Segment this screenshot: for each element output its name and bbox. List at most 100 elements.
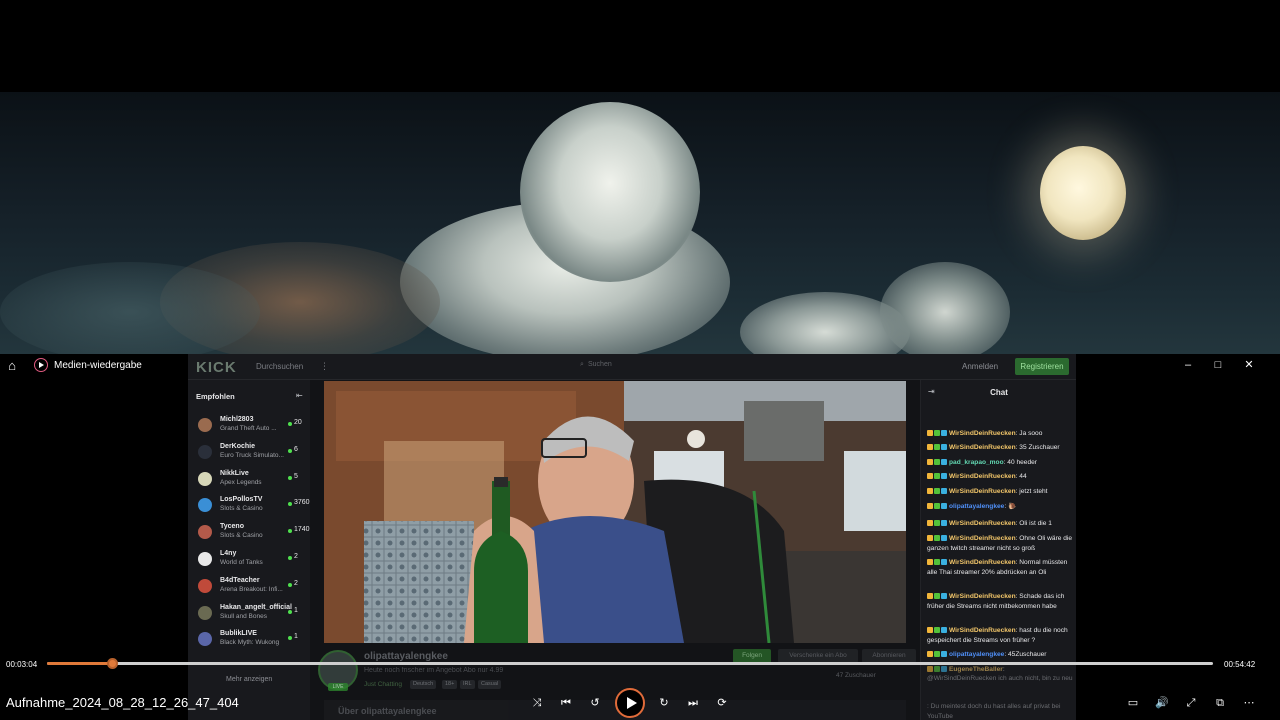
live-dot-icon: [288, 475, 292, 480]
browse-link[interactable]: Durchsuchen: [256, 362, 303, 371]
stream-tag[interactable]: Deutsch: [410, 680, 437, 689]
channel-item[interactable]: Tyceno Slots & Casino 1740: [188, 520, 310, 547]
stream-video[interactable]: [324, 381, 906, 643]
play-button[interactable]: [615, 688, 645, 718]
cast-icon[interactable]: ⧉: [1211, 694, 1229, 712]
chat-username[interactable]: WirSindDeinRuecken: [949, 627, 1016, 634]
forward-30-icon[interactable]: ↻: [655, 694, 673, 712]
rewind-10-icon[interactable]: ↺: [586, 694, 604, 712]
live-dot-icon: [288, 636, 292, 641]
chat-badges-icon: [927, 593, 949, 600]
chat-message: WirSindDeinRuecken: jetzt steht: [927, 487, 1075, 497]
channel-game: Black Myth: Wukong: [220, 639, 280, 647]
channel-item[interactable]: DerKochie Euro Truck Simulato... 6: [188, 440, 310, 467]
show-more-link[interactable]: Mehr anzeigen: [226, 676, 272, 683]
channel-avatar: [198, 578, 212, 593]
chat-badges-icon: [927, 430, 949, 437]
channel-game: Euro Truck Simulato...: [220, 451, 284, 459]
chat-username[interactable]: EugeneTheBaller: [949, 666, 1003, 673]
repeat-icon[interactable]: ⟳: [713, 694, 731, 712]
seek-thumb[interactable]: [107, 658, 119, 669]
shuffle-icon[interactable]: ⤨: [528, 694, 546, 712]
media-player-app-icon: [34, 358, 48, 372]
kick-logo[interactable]: KICK: [196, 359, 237, 376]
channel-item[interactable]: B4dTeacher Arena Breakout: Infi... 2: [188, 574, 310, 601]
chat-username[interactable]: olipattayalengkee: [949, 651, 1004, 658]
live-dot-icon: [288, 529, 292, 534]
channel-item[interactable]: LosPollosTV Slots & Casino 3760: [188, 493, 310, 520]
sidebar-title: Empfohlen: [196, 392, 235, 401]
channel-name: BublikLIVE: [220, 630, 257, 638]
chat-username[interactable]: WirSindDeinRuecken: [949, 593, 1016, 600]
chat-username[interactable]: WirSindDeinRuecken: [949, 559, 1016, 566]
stream-tag[interactable]: Casual: [478, 680, 502, 689]
follow-button[interactable]: Folgen: [733, 649, 771, 663]
chat-username[interactable]: WirSindDeinRuecken: [949, 520, 1016, 527]
live-dot-icon: [288, 502, 292, 507]
chat-text: : jetzt steht: [1015, 488, 1048, 495]
minimize-button[interactable]: –: [1178, 357, 1198, 373]
stream-tag[interactable]: 18+: [442, 680, 458, 689]
stream-tag[interactable]: IRL: [460, 680, 475, 689]
chat-title: Chat: [990, 388, 1008, 397]
chat-message: : Du meintest doch du hast alles auf pri…: [927, 702, 1075, 720]
chat-message: WirSindDeinRuecken: hast du die noch ges…: [927, 626, 1075, 645]
streamer-name[interactable]: olipattayalengkee: [364, 651, 448, 662]
chat-message: WirSindDeinRuecken: Oli ist die 1: [927, 519, 1075, 529]
channel-viewers: 1740: [294, 526, 310, 534]
chat-username[interactable]: WirSindDeinRuecken: [949, 444, 1016, 451]
channel-viewers: 2: [294, 553, 298, 560]
channel-item[interactable]: NikkLive Apex Legends 5: [188, 467, 310, 494]
seek-progress: [47, 662, 113, 665]
current-time: 00:03:04: [6, 660, 38, 669]
login-button[interactable]: Anmelden: [962, 362, 998, 371]
channel-game: Skull and Bones: [220, 612, 267, 620]
chat-badges-icon: [927, 666, 949, 673]
chat-message: olipattayalengkee: 45Zuschauer: [927, 650, 1075, 660]
gift-sub-button[interactable]: Verschenke ein Abo: [778, 649, 858, 663]
channel-item[interactable]: Hakan_angelt_official Skull and Bones 1: [188, 601, 310, 628]
video-frame: [324, 381, 906, 643]
app-title: Medien-wiedergabe: [54, 360, 142, 371]
channel-item[interactable]: L4ny World of Tanks 2: [188, 547, 310, 574]
close-button[interactable]: ✕: [1239, 357, 1259, 373]
channel-avatar: [198, 498, 212, 513]
channel-item[interactable]: BublikLIVE Black Myth: Wukong 1: [188, 627, 310, 654]
more-options-icon[interactable]: ⋯: [1240, 694, 1258, 712]
seek-bar[interactable]: [47, 658, 1213, 669]
home-icon[interactable]: ⌂: [4, 358, 20, 374]
chat-username[interactable]: WirSindDeinRuecken: [949, 535, 1016, 542]
channel-viewers: 3760: [294, 499, 310, 507]
register-button[interactable]: Registrieren: [1015, 358, 1069, 375]
viewer-count: 47 Zuschauer: [836, 672, 876, 679]
channel-name: NikkLive: [220, 469, 249, 477]
chat-badges-icon: [927, 627, 949, 634]
channel-viewers: 20: [294, 419, 302, 426]
more-icon[interactable]: ⋮: [320, 361, 329, 372]
chat-text: : 44: [1015, 473, 1027, 480]
stream-category[interactable]: Just Chatting: [364, 681, 402, 688]
moon: [1040, 146, 1126, 240]
volume-icon[interactable]: 🔊: [1153, 694, 1171, 712]
maximize-button[interactable]: □: [1208, 357, 1228, 373]
chat-username[interactable]: WirSindDeinRuecken: [949, 430, 1016, 437]
channel-item[interactable]: Michl2803 Grand Theft Auto ... 20: [188, 413, 310, 440]
chat-username[interactable]: olipattayalengkee: [949, 503, 1004, 510]
collapse-icon[interactable]: ⇤: [296, 391, 303, 400]
about-title: Über olipattayalengkee: [338, 706, 437, 716]
chat-username[interactable]: pad_krapao_moo: [949, 459, 1004, 466]
previous-icon[interactable]: ⏮: [557, 694, 575, 712]
fullscreen-icon[interactable]: ⤢: [1182, 694, 1200, 712]
subscribe-button[interactable]: Abonnieren: [862, 649, 916, 663]
miniplayer-icon[interactable]: ▭: [1124, 694, 1142, 712]
channel-game: Slots & Casino: [220, 505, 263, 513]
chat-badges-icon: [927, 559, 949, 566]
chat-panel: ⇥ Chat WirSindDeinRuecken: Ja sooo WirSin…: [920, 380, 1076, 720]
next-icon[interactable]: ⏭: [684, 694, 702, 712]
search-input[interactable]: Suchen: [576, 361, 716, 373]
chat-message: @WirSindDeinRuecken ich auch nicht, bin …: [927, 674, 1075, 684]
chat-username[interactable]: WirSindDeinRuecken: [949, 473, 1016, 480]
chat-username[interactable]: WirSindDeinRuecken: [949, 488, 1016, 495]
chat-text: :: [1002, 666, 1005, 673]
channel-name: DerKochie: [220, 442, 256, 450]
